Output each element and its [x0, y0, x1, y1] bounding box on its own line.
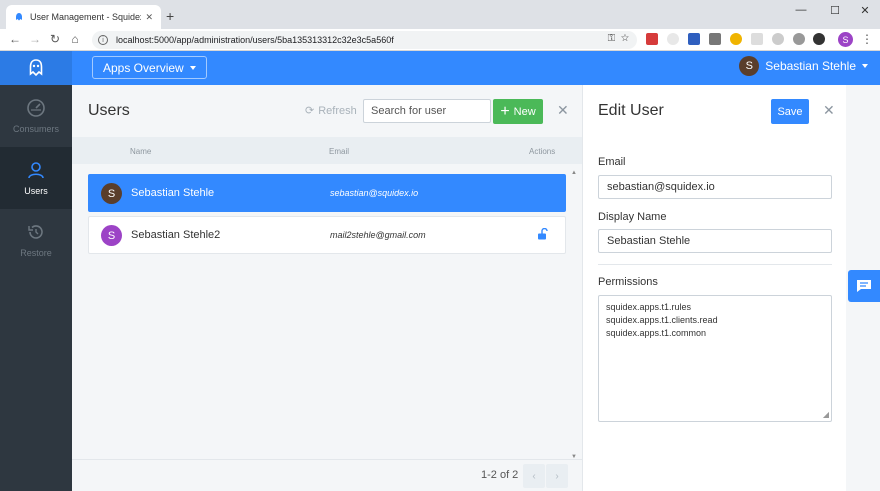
permissions-textarea[interactable]: squidex.apps.t1.rules squidex.apps.t1.cl… — [598, 295, 832, 422]
new-tab-button[interactable]: + — [166, 8, 174, 24]
caret-down-icon — [862, 64, 868, 68]
sidebar: Consumers Users Restore — [0, 85, 72, 491]
pager-info: 1-2 of 2 — [481, 469, 519, 481]
table-row[interactable]: S Sebastian Stehle sebastian@squidex.io — [88, 174, 566, 212]
previous-page-button[interactable]: ‹ — [523, 464, 545, 488]
user-email: sebastian@squidex.io — [330, 188, 419, 198]
tab-title: User Management - Squidex Hea — [30, 12, 142, 22]
user-name: Sebastian Stehle — [131, 187, 215, 199]
permission-line: squidex.apps.t1.rules — [606, 302, 692, 312]
tab-close-icon[interactable]: ✕ — [145, 12, 153, 23]
save-button[interactable]: Save — [771, 99, 809, 124]
forward-icon[interactable]: → — [27, 32, 43, 46]
scroll-up-icon[interactable]: ▲ — [571, 170, 577, 176]
app-header: Apps Overview S Sebastian Stehle — [0, 51, 880, 85]
sidebar-item-consumers[interactable]: Consumers — [0, 85, 72, 147]
home-icon[interactable]: ⌂ — [67, 32, 83, 46]
next-page-button[interactable]: › — [546, 464, 568, 488]
profile-avatar[interactable]: S — [838, 32, 853, 47]
permission-line: squidex.apps.t1.common — [606, 328, 707, 338]
users-panel: Users ⟳ Refresh + New ✕ Name Email Actio… — [72, 85, 582, 491]
key-icon[interactable]: ⚿ — [608, 33, 616, 44]
refresh-button[interactable]: ⟳ Refresh — [305, 104, 357, 118]
avatar: S — [101, 183, 122, 204]
column-header-actions: Actions — [529, 147, 556, 156]
browser-tab-bar: User Management - Squidex Hea ✕ + — ☐ ✕ — [0, 0, 880, 29]
permissions-label: Permissions — [598, 276, 658, 288]
refresh-icon: ⟳ — [305, 105, 315, 117]
block-extension-icon[interactable] — [813, 33, 825, 45]
browser-menu-icon[interactable]: ⋮ — [861, 32, 873, 46]
sidebar-item-label: Consumers — [12, 124, 59, 134]
url-bar[interactable]: i localhost:5000/app/administration/user… — [92, 31, 637, 49]
plus-icon: + — [500, 102, 510, 120]
column-header-name: Name — [130, 147, 152, 156]
user-menu[interactable]: S Sebastian Stehle — [739, 56, 868, 76]
omnibox-actions: ⚿ ☆ — [608, 33, 629, 44]
browser-toolbar: ← → ↻ ⌂ i localhost:5000/app/administrat… — [0, 29, 880, 51]
extension-icon[interactable] — [688, 33, 700, 45]
minimize-button[interactable]: — — [786, 4, 816, 16]
sidebar-item-label: Users — [24, 186, 48, 196]
star-icon[interactable]: ☆ — [621, 33, 629, 44]
resize-handle-icon[interactable]: ◢ — [823, 408, 829, 421]
permission-line: squidex.apps.t1.clients.read — [606, 315, 718, 325]
edit-user-title: Edit User — [598, 102, 664, 119]
user-icon — [28, 162, 44, 179]
new-button-label: New — [513, 105, 536, 118]
user-email: mail2stehle@gmail.com — [330, 230, 426, 240]
close-icon[interactable]: ✕ — [557, 102, 569, 119]
edit-user-panel: Edit User Save ✕ Email sebastian@squidex… — [582, 85, 846, 491]
extension-icon[interactable] — [793, 33, 805, 45]
display-name-label: Display Name — [598, 211, 667, 223]
squidex-logo-icon[interactable] — [0, 51, 72, 85]
sidebar-item-users[interactable]: Users — [0, 147, 72, 209]
scrollbar[interactable]: ▲ ▼ — [571, 170, 577, 460]
caret-down-icon — [189, 65, 196, 70]
restore-icon — [28, 225, 43, 239]
apps-overview-dropdown[interactable]: Apps Overview — [92, 56, 207, 79]
info-icon[interactable]: i — [98, 35, 108, 45]
sidebar-item-restore[interactable]: Restore — [0, 209, 72, 271]
email-field[interactable]: sebastian@squidex.io — [598, 175, 832, 199]
refresh-label: Refresh — [318, 104, 357, 117]
extension-icon[interactable] — [772, 33, 784, 45]
user-name: Sebastian Stehle2 — [131, 229, 221, 241]
squidex-favicon-icon — [14, 12, 24, 22]
gauge-icon — [27, 99, 45, 117]
extension-icon[interactable] — [667, 33, 679, 45]
close-window-button[interactable]: ✕ — [850, 4, 880, 17]
sidebar-item-label: Restore — [20, 248, 52, 258]
user-name: Sebastian Stehle — [765, 59, 856, 73]
column-header-email: Email — [329, 147, 350, 156]
reload-icon[interactable]: ↻ — [47, 32, 63, 46]
back-icon[interactable]: ← — [7, 32, 23, 46]
browser-tab[interactable]: User Management - Squidex Hea ✕ — [6, 5, 161, 29]
maximize-button[interactable]: ☐ — [820, 4, 850, 17]
divider — [598, 264, 832, 265]
display-name-field[interactable]: Sebastian Stehle — [598, 229, 832, 253]
apps-overview-label: Apps Overview — [103, 60, 184, 75]
camera-extension-icon[interactable] — [709, 33, 721, 45]
adblock-extension-icon[interactable] — [646, 33, 658, 45]
extension-icon[interactable] — [730, 33, 742, 45]
email-label: Email — [598, 156, 626, 168]
search-input[interactable] — [363, 99, 491, 123]
pagination: 1-2 of 2 ‹ › — [72, 459, 582, 491]
close-icon[interactable]: ✕ — [823, 102, 835, 119]
table-row[interactable]: S Sebastian Stehle2 mail2stehle@gmail.co… — [88, 216, 566, 254]
chat-button[interactable] — [848, 270, 880, 302]
table-header: Name Email Actions — [72, 137, 582, 164]
avatar: S — [101, 225, 122, 246]
page-title: Users — [88, 102, 130, 119]
new-user-button[interactable]: + New — [493, 99, 543, 124]
unlock-icon[interactable] — [536, 227, 548, 243]
extension-icon[interactable] — [751, 33, 763, 45]
avatar: S — [739, 56, 760, 76]
chat-icon — [857, 280, 871, 292]
url-text: localhost:5000/app/administration/users/… — [116, 35, 394, 45]
